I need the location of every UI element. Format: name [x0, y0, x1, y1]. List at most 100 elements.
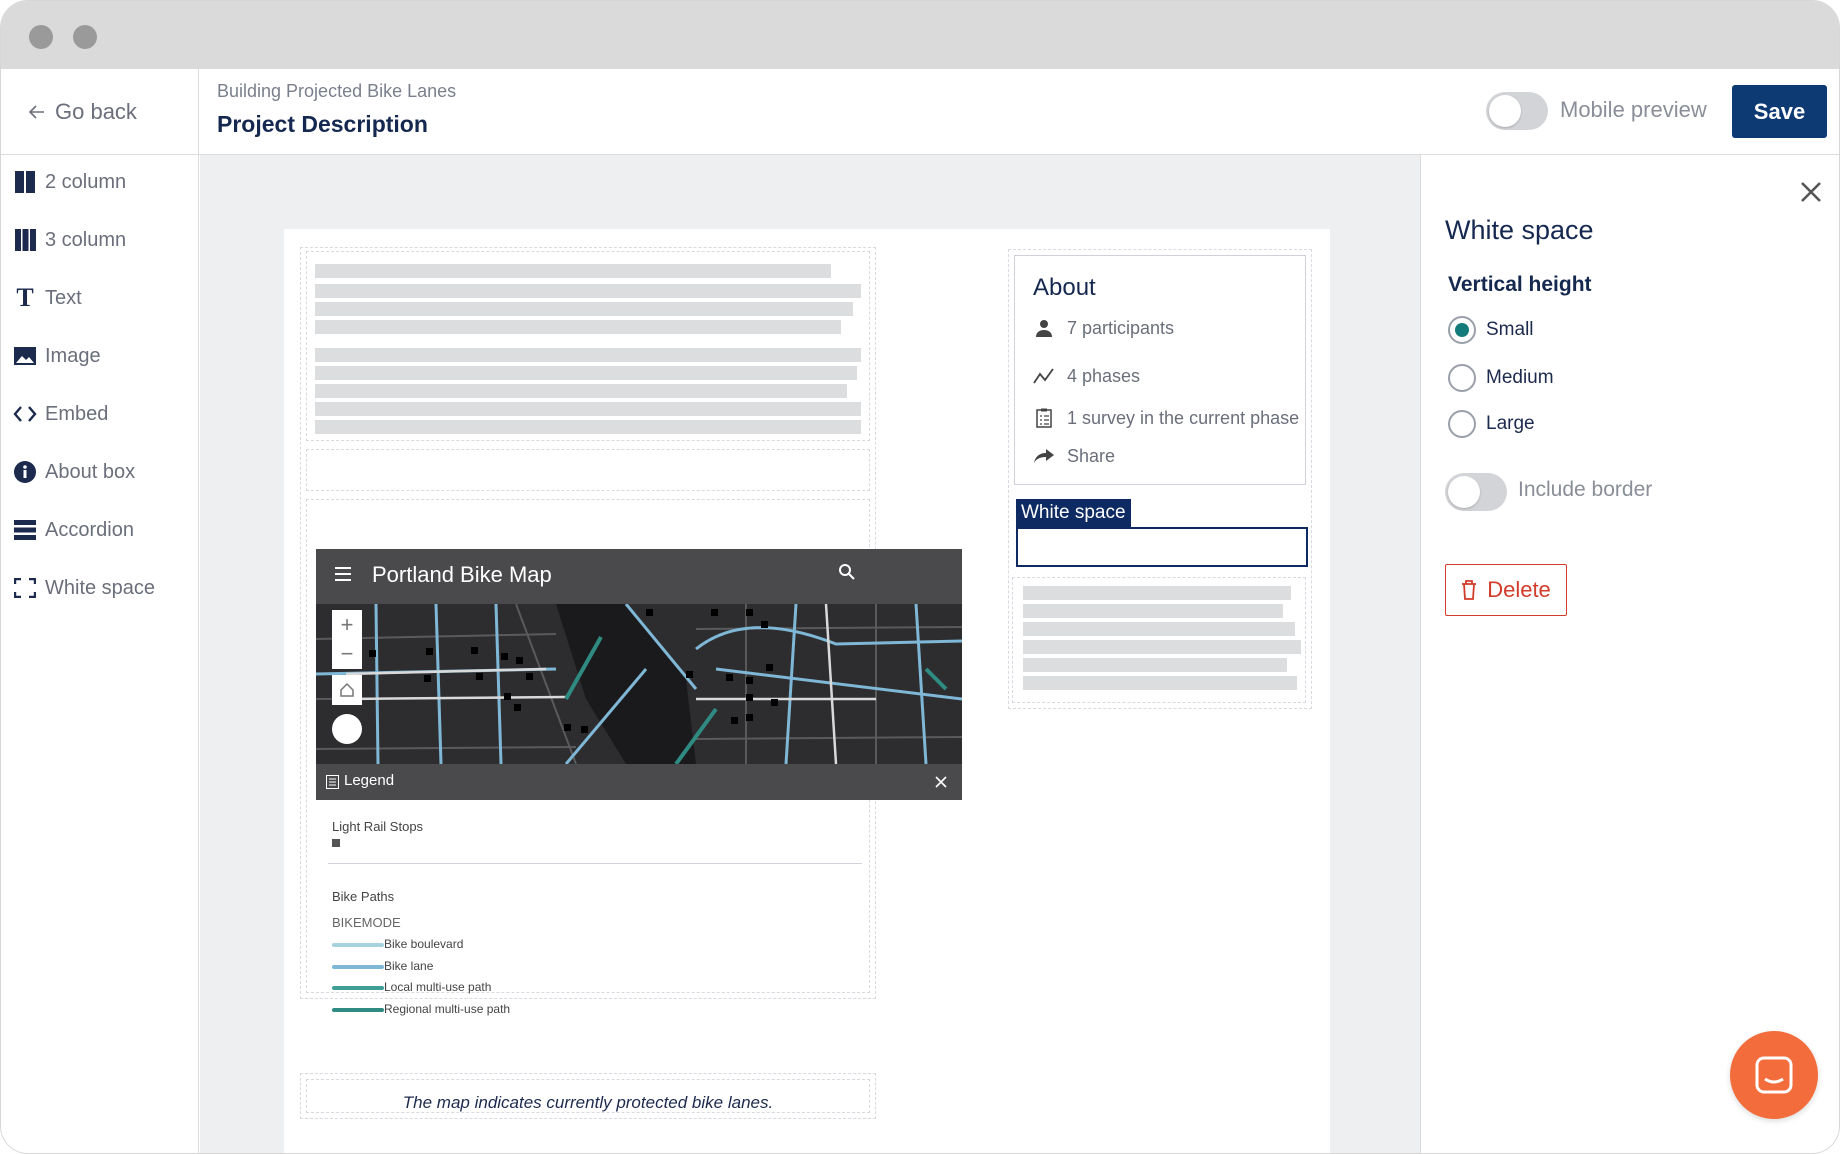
trash-icon: [1462, 580, 1477, 600]
legend-item-label: Bike boulevard: [384, 937, 464, 951]
placeholder-line: [315, 320, 841, 334]
sidebar-item-about-box[interactable]: About box: [13, 457, 135, 487]
legend-item-label: Local multi-use path: [384, 980, 492, 994]
placeholder-line: [1023, 658, 1287, 672]
about-box[interactable]: About 7 participants 4 phases 1 survey i…: [1014, 255, 1306, 485]
legend-swatch: [332, 986, 384, 990]
sidebar-item-label: Image: [45, 344, 101, 367]
white-space-block[interactable]: [306, 449, 870, 491]
sidebar-item-2-column[interactable]: 2 column: [13, 167, 126, 197]
search-icon[interactable]: [838, 563, 856, 581]
editor-canvas: Portland Bike Map + − Legend Light Rail …: [200, 155, 1420, 1153]
placeholder-line: [315, 264, 831, 278]
radio-button[interactable]: [1448, 364, 1476, 392]
image-icon: [13, 344, 37, 368]
radio-button[interactable]: [1448, 410, 1476, 438]
survey-icon: [1033, 407, 1055, 429]
placeholder-line: [315, 284, 861, 298]
page-title: Project Description: [217, 111, 428, 137]
sidebar-item-label: Embed: [45, 402, 109, 425]
trend-icon: [1033, 365, 1055, 387]
zoom-in-button[interactable]: +: [332, 610, 362, 640]
sidebar-item-label: 3 column: [45, 228, 127, 251]
share-text: Share: [1067, 445, 1116, 466]
white-space-icon: [13, 576, 37, 600]
placeholder-line: [315, 402, 861, 416]
sidebar-item-label: 2 column: [45, 170, 127, 193]
chat-icon: [1755, 1056, 1793, 1094]
sidebar-item-label: About box: [45, 460, 136, 483]
chat-launcher-button[interactable]: [1730, 1031, 1818, 1119]
window-dot: [29, 25, 53, 49]
save-button[interactable]: Save: [1732, 85, 1827, 138]
toggle-knob: [1448, 476, 1480, 508]
arrow-left-icon: [28, 105, 44, 119]
map-title: Portland Bike Map: [372, 562, 552, 587]
legend-swatch: [332, 1008, 384, 1012]
radio-large[interactable]: Large: [1448, 409, 1535, 439]
sidebar-item-image[interactable]: Image: [13, 341, 101, 371]
accordion-icon: [13, 518, 37, 542]
person-icon: [1033, 317, 1055, 339]
map-embed[interactable]: Portland Bike Map + − Legend: [316, 549, 962, 800]
close-icon[interactable]: [1796, 177, 1826, 207]
placeholder-line: [315, 420, 861, 434]
legend-label[interactable]: Legend: [344, 772, 394, 789]
about-share[interactable]: Share: [1033, 444, 1115, 468]
breadcrumb[interactable]: Building Projected Bike Lanes: [217, 81, 456, 102]
legend-item-label: Regional multi-use path: [384, 1002, 511, 1016]
placeholder-line: [315, 302, 853, 316]
about-participants: 7 participants: [1033, 316, 1174, 340]
legend-item-label: Bike lane: [384, 959, 434, 973]
info-icon: [13, 460, 37, 484]
radio-medium[interactable]: Medium: [1448, 363, 1554, 393]
zoom-out-button[interactable]: −: [332, 639, 362, 669]
right-text-block[interactable]: [1012, 577, 1306, 703]
top-bar: Go back Building Projected Bike Lanes Pr…: [1, 69, 1839, 155]
text-block[interactable]: [306, 251, 870, 441]
sidebar-item-label: Accordion: [45, 518, 134, 541]
include-border-label: Include border: [1518, 478, 1653, 501]
sidebar-item-text[interactable]: T Text: [13, 283, 82, 313]
placeholder-line: [1023, 640, 1301, 654]
placeholder-line: [315, 366, 857, 380]
about-title: About: [1033, 274, 1096, 301]
three-column-icon: [13, 228, 37, 252]
map-header: Portland Bike Map: [316, 549, 962, 604]
sidebar-item-3-column[interactable]: 3 column: [13, 225, 126, 255]
placeholder-line: [315, 348, 861, 362]
sidebar-item-label: Text: [45, 286, 82, 309]
light-rail-stop-swatch: [332, 839, 340, 847]
legend-section-title: Light Rail Stops: [332, 819, 424, 834]
home-button[interactable]: [332, 675, 362, 705]
mobile-preview-toggle[interactable]: [1486, 92, 1548, 130]
placeholder-line: [1023, 586, 1291, 600]
delete-button[interactable]: Delete: [1445, 564, 1567, 616]
two-column-icon: [13, 170, 37, 194]
close-icon[interactable]: [935, 776, 947, 788]
home-icon: [340, 683, 354, 697]
legend-swatch: [332, 965, 384, 969]
include-border-toggle[interactable]: [1445, 473, 1507, 511]
sidebar-item-white-space[interactable]: White space: [13, 573, 155, 603]
mobile-preview-label: Mobile preview: [1560, 97, 1707, 122]
go-back-label: Go back: [55, 99, 137, 124]
window-dot: [73, 25, 97, 49]
sidebar-item-embed[interactable]: Embed: [13, 399, 108, 429]
settings-panel: White space Vertical height Small Medium…: [1420, 155, 1839, 1153]
participants-text: 7 participants: [1067, 317, 1175, 338]
legend-icon: [326, 775, 339, 789]
radio-label: Medium: [1486, 367, 1554, 388]
placeholder-line: [1023, 604, 1283, 618]
compass-button[interactable]: [332, 714, 362, 744]
selected-white-space-block[interactable]: [1016, 527, 1308, 567]
go-back-button[interactable]: Go back: [1, 69, 199, 155]
placeholder-line: [315, 384, 847, 398]
radio-label: Small: [1486, 319, 1534, 340]
radio-small[interactable]: Small: [1448, 315, 1534, 345]
radio-button[interactable]: [1448, 316, 1476, 344]
sidebar-item-accordion[interactable]: Accordion: [13, 515, 134, 545]
share-icon: [1033, 445, 1055, 467]
menu-icon[interactable]: [334, 565, 352, 583]
legend-field-label: BIKEMODE: [332, 915, 401, 930]
